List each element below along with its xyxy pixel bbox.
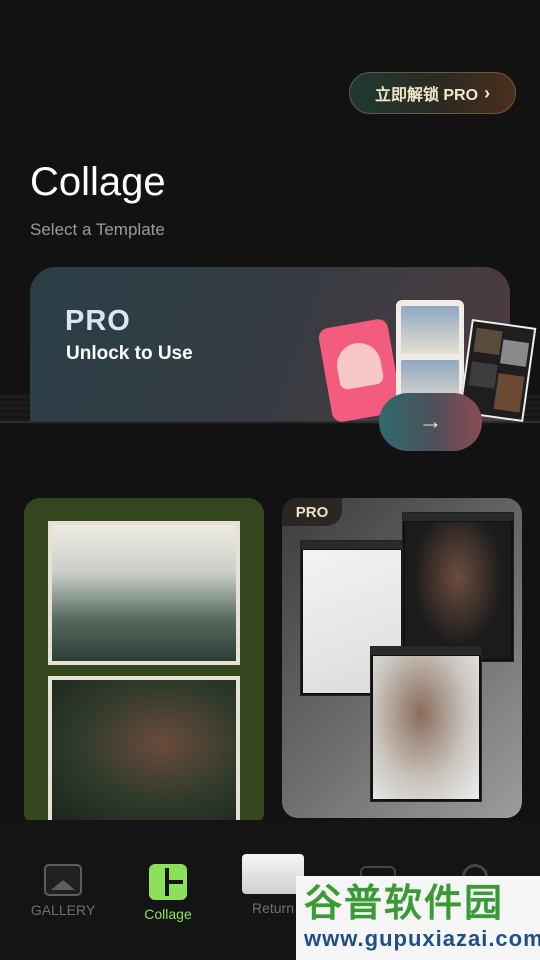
nav-collage[interactable]: Collage (123, 864, 213, 922)
pro-logo: PRO (65, 305, 131, 337)
nav-gallery[interactable]: GALLERY (18, 864, 108, 918)
portrait-photo (48, 676, 240, 824)
watermark-url: www.gupuxiazai.com (304, 926, 540, 951)
watermark-chinese: 谷普软件园 (304, 883, 505, 925)
pro-badge: PRO (282, 498, 342, 526)
banner-arrow-button[interactable]: → (379, 393, 482, 451)
unlock-to-use-label: Unlock to Use (66, 343, 193, 364)
watermark-logo: 谷普软件园 www.gupuxiazai.com (296, 876, 540, 960)
template-card-windows[interactable]: PRO (282, 498, 522, 818)
window-photo-portrait-dark (402, 512, 514, 662)
window-photo-portrait-light (370, 646, 482, 802)
unlock-pro-label: 立即解锁 PRO (374, 87, 479, 104)
camera-icon (242, 854, 304, 894)
chevron-right-icon: › (484, 82, 491, 103)
arrow-right-icon: → (418, 408, 443, 435)
nav-gallery-label: GALLERY (30, 902, 96, 918)
forest-photo (48, 521, 240, 665)
page-subtitle: Select a Template (30, 220, 165, 239)
image-icon (44, 864, 82, 896)
template-card-forest[interactable] (24, 498, 264, 828)
nav-collage-label: Collage (144, 906, 192, 922)
unlock-pro-button[interactable]: 立即解锁 PRO › (349, 72, 516, 114)
collage-icon (149, 864, 187, 900)
page-title: Collage (30, 160, 166, 204)
